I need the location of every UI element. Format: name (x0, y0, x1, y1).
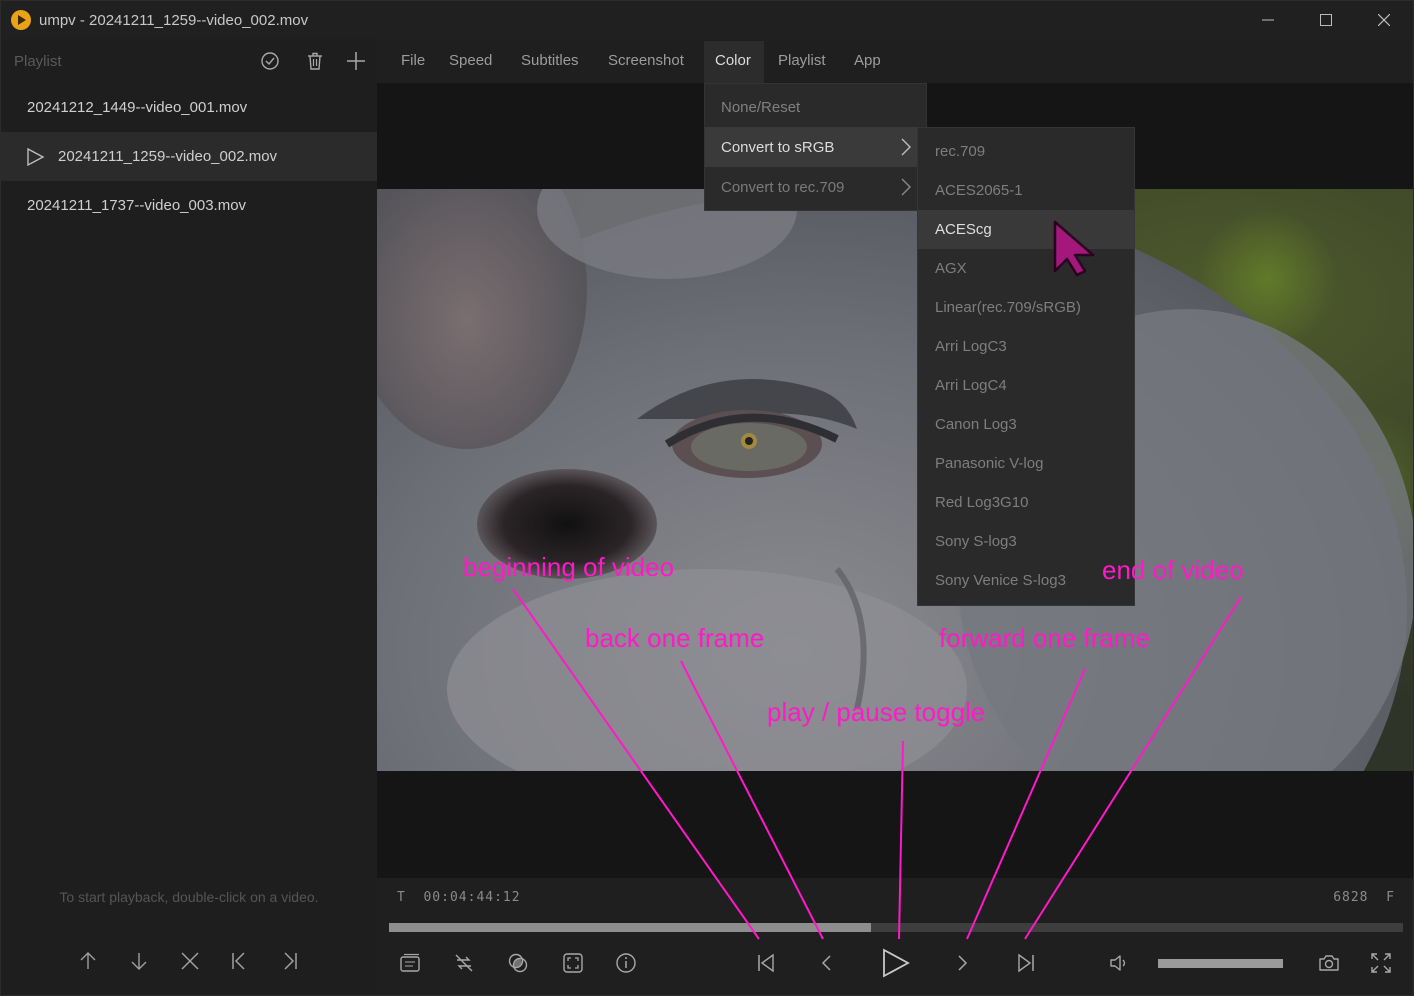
annotation-forward: forward one frame (939, 623, 1150, 653)
annotation-line-play (898, 740, 904, 940)
annotation-beginning: beginning of video (463, 552, 675, 582)
annotation-lines (512, 588, 1242, 940)
annotation-back: back one frame (585, 623, 765, 653)
annotation-play: play / pause toggle (767, 697, 986, 727)
app-window: umpv - 20241211_1259--video_002.mov Play… (0, 0, 1414, 996)
annotation-end: end of video (1102, 555, 1244, 585)
